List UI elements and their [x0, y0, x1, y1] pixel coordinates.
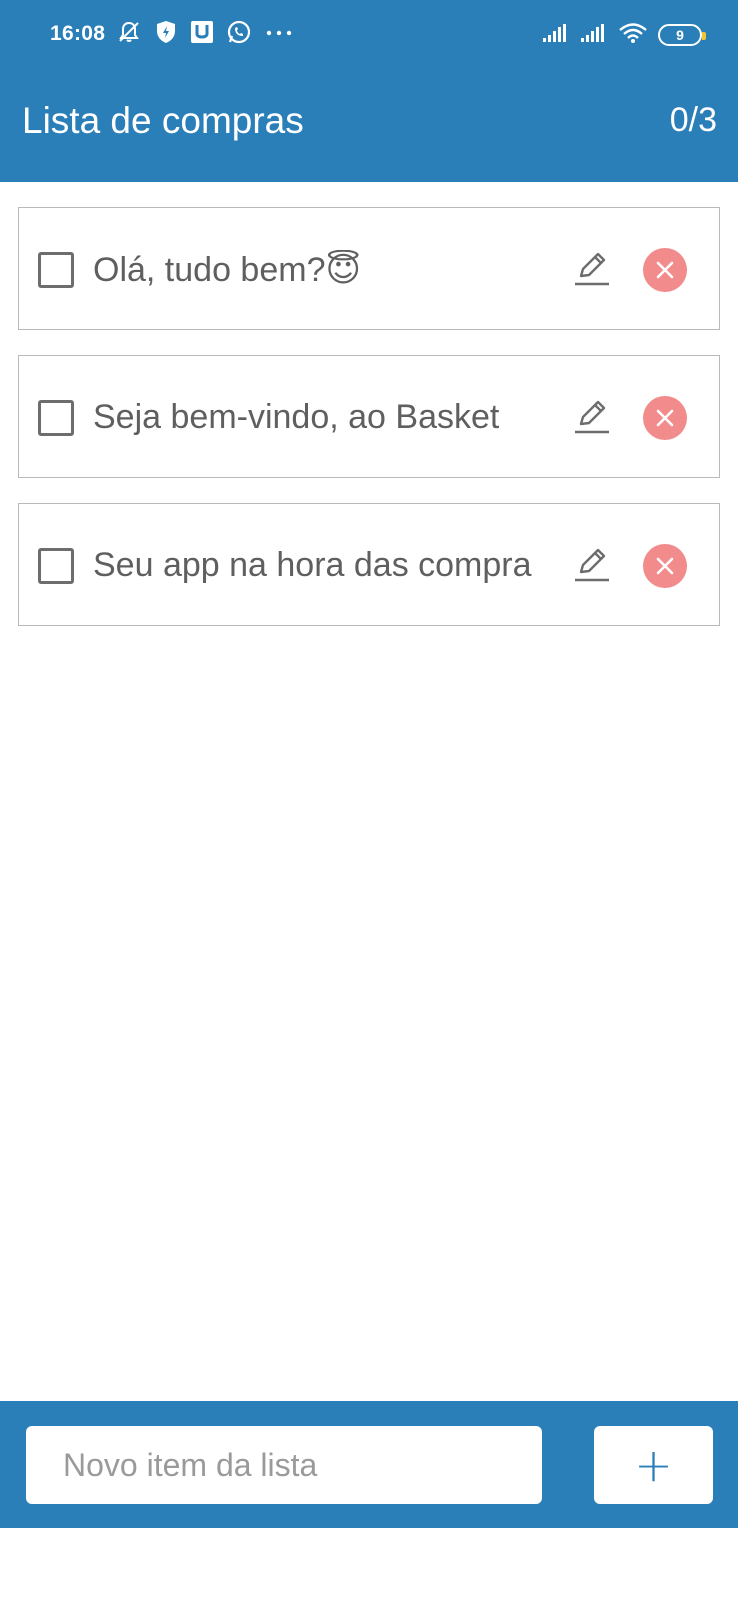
signal-icon [542, 23, 570, 48]
delete-icon[interactable] [643, 544, 687, 588]
new-item-bar: + [0, 1401, 738, 1528]
item-text: Olá, tudo bem?😇 [93, 251, 361, 289]
app-bar: Lista de compras 0/3 [0, 72, 738, 182]
wifi-icon [618, 22, 648, 49]
edit-icon[interactable] [569, 394, 613, 438]
add-item-button[interactable]: + [594, 1426, 713, 1504]
shield-bolt-icon [154, 19, 178, 50]
edit-icon[interactable] [569, 542, 613, 586]
item-checkbox[interactable] [38, 548, 74, 584]
edit-icon[interactable] [569, 246, 613, 290]
signal-icon [580, 23, 608, 48]
u-app-icon [190, 19, 214, 50]
new-item-input[interactable] [26, 1426, 542, 1504]
status-icons-left [116, 20, 294, 48]
list-item: Olá, tudo bem?😇 [18, 207, 720, 330]
item-checkbox[interactable] [38, 252, 74, 288]
shopping-list: Olá, tudo bem?😇 Seja bem-vindo, ao Baske… [18, 207, 720, 651]
page-title: Lista de compras [22, 100, 304, 141]
notifications-off-icon [116, 19, 142, 50]
status-time: 16:08 [50, 22, 106, 45]
whatsapp-icon [226, 19, 252, 50]
battery-icon: 9 [658, 24, 706, 46]
delete-icon[interactable] [643, 396, 687, 440]
status-icons-right: 9 [542, 22, 706, 49]
items-counter: 0/3 [669, 101, 717, 139]
app-screen: 16:08 9 Lista de compras 0/3 Olá, tudo b… [0, 0, 738, 1600]
more-dots-icon [264, 25, 294, 43]
item-checkbox[interactable] [38, 400, 74, 436]
item-text: Seu app na hora das compra [93, 546, 532, 584]
list-item: Seu app na hora das compra [18, 503, 720, 626]
list-item: Seja bem-vindo, ao Basket [18, 355, 720, 478]
status-bar: 16:08 9 [0, 0, 738, 72]
delete-icon[interactable] [643, 248, 687, 292]
item-text: Seja bem-vindo, ao Basket [93, 398, 500, 436]
